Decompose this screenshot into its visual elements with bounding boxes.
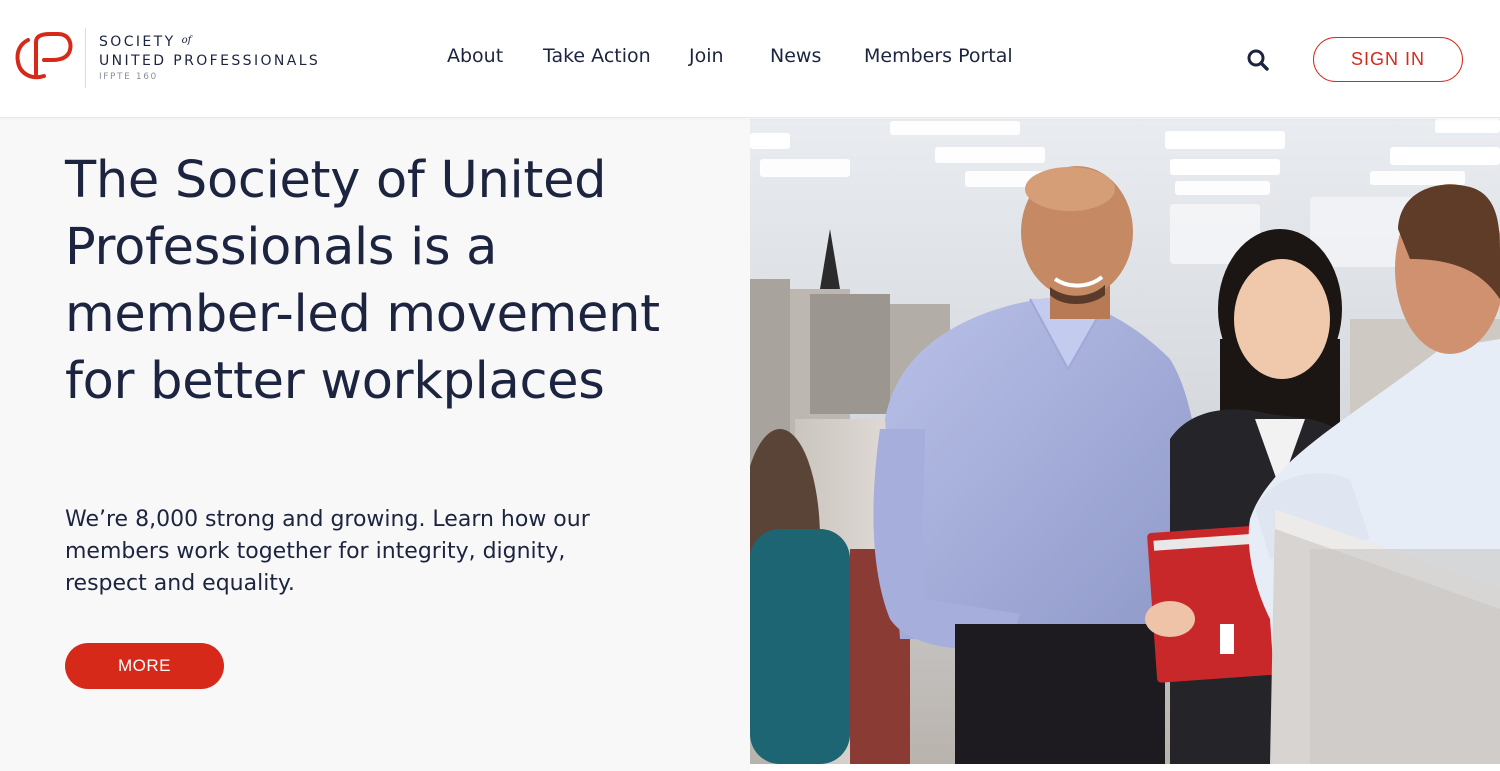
logo-mark-icon (15, 32, 73, 80)
hero-subtitle: We’re 8,000 strong and growing. Learn ho… (65, 507, 590, 596)
nav-item-news[interactable]: News (770, 44, 821, 68)
hero-image (750, 119, 1500, 764)
logo-line-society: SOCIETY of (99, 34, 192, 50)
logo-line-united-professionals: UNITED PROFESSIONALS (99, 53, 321, 69)
logo-line-ifpte: IFPTE 160 (99, 72, 158, 82)
site-header: SOCIETY of UNITED PROFESSIONALS IFPTE 160… (0, 0, 1500, 118)
search-button[interactable] (1244, 46, 1272, 74)
logo-wordmark: SOCIETY of UNITED PROFESSIONALS IFPTE 160 (99, 32, 320, 83)
more-button[interactable]: MORE (65, 643, 224, 689)
nav-item-about[interactable]: About (447, 44, 503, 68)
office-colleagues-photo (750, 119, 1500, 764)
logo-divider (85, 28, 86, 88)
search-icon (1247, 49, 1269, 71)
nav-item-join[interactable]: Join (689, 44, 724, 68)
nav-item-members-portal[interactable]: Members Portal (864, 44, 1013, 68)
sign-in-button[interactable]: SIGN IN (1313, 37, 1463, 82)
logo-of: of (181, 35, 192, 46)
nav-item-take-action[interactable]: Take Action (543, 44, 651, 68)
hero-title: The Society of United Professionals is a… (65, 151, 660, 411)
